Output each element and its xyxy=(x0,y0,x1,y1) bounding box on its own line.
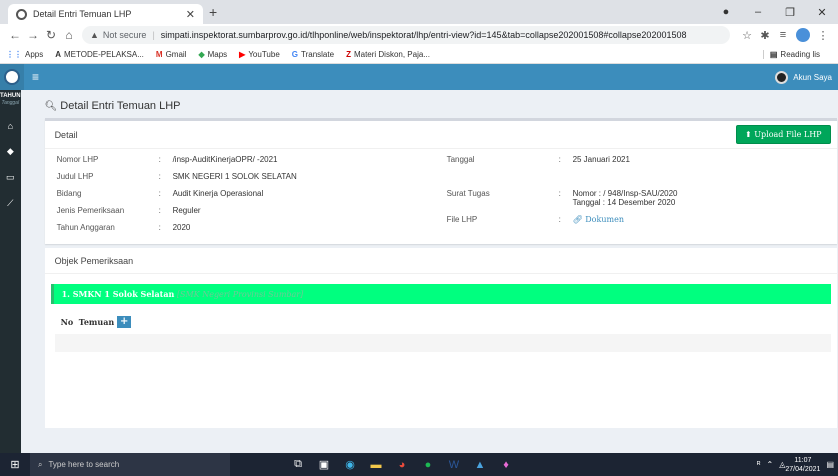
back-icon[interactable]: ← xyxy=(6,28,24,42)
objek-box: Objek Pemeriksaan 1. SMKN 1 Solok Selata… xyxy=(44,248,837,428)
bookmark-translate[interactable]: G Translate xyxy=(292,50,334,59)
bookmark-metode[interactable]: A METODE-PELAKSA... xyxy=(55,50,144,59)
not-secure-label: Not secure xyxy=(102,30,147,40)
detail-row-tahun: Tahun Anggaran:2020 xyxy=(56,223,191,232)
chrome-favicon-icon xyxy=(16,8,27,20)
bookmark-materi[interactable]: Z Materi Diskon, Paja... xyxy=(346,50,430,59)
app-header: ≡ Akun Saya xyxy=(0,64,838,90)
bookmark-youtube[interactable]: ▶ YouTube xyxy=(239,50,280,59)
close-tab-icon[interactable]: ✕ xyxy=(186,8,195,21)
chrome-icon[interactable]: ◕ xyxy=(389,459,415,471)
detail-row-bidang: Bidang: Audit Kinerja Operasional xyxy=(56,189,264,198)
reading-list[interactable]: ▤ Reading lis xyxy=(762,50,820,59)
taskbar-apps: ⧉ ▣ ◉ ▬ ◕ ● W ▲ ♦ xyxy=(285,458,519,471)
monitor-nav-icon[interactable]: ▭ xyxy=(0,172,21,183)
search-icon: ⌕ xyxy=(38,459,43,469)
reload-icon[interactable]: ↻ xyxy=(42,28,60,42)
file-explorer-icon[interactable]: ▬ xyxy=(363,459,389,471)
page-title: 🔍︎ Detail Entri Temuan LHP xyxy=(44,100,181,112)
upload-file-button[interactable]: ⬆ Upload File LHP xyxy=(736,125,831,144)
browser-tab-bar: Detail Entri Temuan LHP ✕ + ● – ❐ ✕ xyxy=(0,0,838,24)
detail-right-column: Tanggal:25 Januari 2021 Surat Tugas: Nom… xyxy=(447,155,837,240)
url-text: simpati.inspektorat.sumbarprov.go.id/tlh… xyxy=(160,30,687,40)
main-content: 🔍︎ Detail Entri Temuan LHP Detail ⬆ Uplo… xyxy=(21,90,838,453)
temuan-row xyxy=(54,334,831,352)
objek-item[interactable]: 1. SMKN 1 Solok Selatan [SMK Negeri Prov… xyxy=(50,284,831,304)
search-icon: 🔍︎ xyxy=(44,100,58,112)
sidebar-tanggal: Tanggal xyxy=(1,100,20,106)
menu-icon[interactable]: ⋮ xyxy=(814,29,832,42)
detail-row-judul: Judul LHP: SMK NEGERI 1 SOLOK SELATAN xyxy=(56,172,297,181)
photos-icon[interactable]: ▲ xyxy=(467,459,493,471)
task-view-icon[interactable]: ⧉ xyxy=(285,458,311,471)
account-menu[interactable]: Akun Saya xyxy=(775,70,832,84)
extensions-icon[interactable]: ✱ xyxy=(756,29,774,42)
objek-title: Objek Pemeriksaan xyxy=(44,248,837,274)
app-icon-1[interactable]: ▣ xyxy=(311,458,337,471)
tab-title: Detail Entri Temuan LHP xyxy=(33,9,132,19)
edge-icon[interactable]: ◉ xyxy=(337,458,363,471)
tray-arrow-icon[interactable]: ⌃ xyxy=(767,460,774,469)
app-logo[interactable] xyxy=(0,64,24,90)
taskbar-search[interactable]: ⌕ Type here to search xyxy=(30,453,230,476)
sidebar: TAHUN Tanggal ⌂ ◆ ▭ ⟋ xyxy=(0,90,21,453)
hamburger-icon[interactable]: ≡ xyxy=(32,70,39,84)
minimize-button[interactable]: – xyxy=(742,6,774,18)
spotify-icon[interactable]: ● xyxy=(415,459,441,471)
warning-icon: ▲ xyxy=(90,30,99,40)
detail-title: Detail xyxy=(54,129,78,140)
account-label: Akun Saya xyxy=(793,72,832,82)
record-icon[interactable]: ● xyxy=(710,6,742,18)
detail-row-jenis: Jenis Pemeriksaan: Reguler xyxy=(56,206,201,215)
new-tab-button[interactable]: + xyxy=(209,4,217,20)
address-bar: ← → ↻ ⌂ ▲ Not secure | simpati.inspektor… xyxy=(0,24,838,46)
bookmarks-bar: ⋮⋮ Apps A METODE-PELAKSA... M Gmail ◆ Maps ▶… xyxy=(0,46,838,64)
system-tray: ᴿ ⌃ ◬ 11:07 27/04/2021 ▤ xyxy=(751,456,834,474)
chart-nav-icon[interactable]: ⟋ xyxy=(0,198,21,209)
browser-actions: ☆ ✱ ≡ ⋮ xyxy=(738,28,832,42)
user-avatar-icon xyxy=(775,70,789,84)
bookmark-maps[interactable]: ◆ Maps xyxy=(198,50,227,59)
taskbar: ⊞ ⌕ Type here to search ⧉ ▣ ◉ ▬ ◕ ● W ▲ … xyxy=(0,453,838,476)
maximize-button[interactable]: ❐ xyxy=(774,6,806,19)
url-input[interactable]: ▲ Not secure | simpati.inspektorat.sumba… xyxy=(82,26,730,44)
drop-icon[interactable]: ♦ xyxy=(493,459,519,471)
temuan-header: No Temuan + xyxy=(45,304,837,328)
bookmark-gmail[interactable]: M Gmail xyxy=(156,50,187,59)
detail-header: Detail ⬆ Upload File LHP xyxy=(44,121,837,149)
window-controls: ● – ❐ ✕ xyxy=(710,0,838,24)
notification-icon[interactable]: ▤ xyxy=(826,460,834,469)
tag-nav-icon[interactable]: ◆ xyxy=(0,146,21,157)
profile-avatar[interactable] xyxy=(796,28,810,42)
detail-row-file: File LHP: 🔗︎ Dokumen xyxy=(447,215,837,232)
bookmark-apps[interactable]: ⋮⋮ Apps xyxy=(6,50,43,59)
word-icon[interactable]: W xyxy=(441,459,467,471)
forward-icon[interactable]: → xyxy=(24,28,42,42)
star-icon[interactable]: ☆ xyxy=(738,29,756,42)
sidebar-tahun: TAHUN xyxy=(0,93,21,99)
close-window-button[interactable]: ✕ xyxy=(806,6,838,19)
clock[interactable]: 11:07 27/04/2021 xyxy=(785,456,820,474)
detail-box: Detail ⬆ Upload File LHP Nomor LHP:/insp… xyxy=(44,118,837,244)
detail-left-column: Nomor LHP:/insp-AuditKinerjaOPR/ -2021 J… xyxy=(57,155,447,240)
home-icon[interactable]: ⌂ xyxy=(60,28,78,42)
detail-row-tanggal: Tanggal:25 Januari 2021 xyxy=(446,155,630,164)
people-icon[interactable]: ᴿ xyxy=(757,460,761,469)
dokumen-link[interactable]: 🔗︎ Dokumen xyxy=(573,215,624,232)
detail-row-nomor: Nomor LHP:/insp-AuditKinerjaOPR/ -2021 xyxy=(56,155,278,164)
detail-row-surat-tugas: Surat Tugas: Nomor : / 948/Insp-SAU/2020… xyxy=(446,189,678,207)
home-nav-icon[interactable]: ⌂ xyxy=(0,121,21,131)
playlist-icon[interactable]: ≡ xyxy=(774,29,792,41)
browser-tab[interactable]: Detail Entri Temuan LHP ✕ xyxy=(8,4,203,24)
add-temuan-button[interactable]: + xyxy=(117,316,132,328)
windows-start-icon[interactable]: ⊞ xyxy=(0,458,30,471)
